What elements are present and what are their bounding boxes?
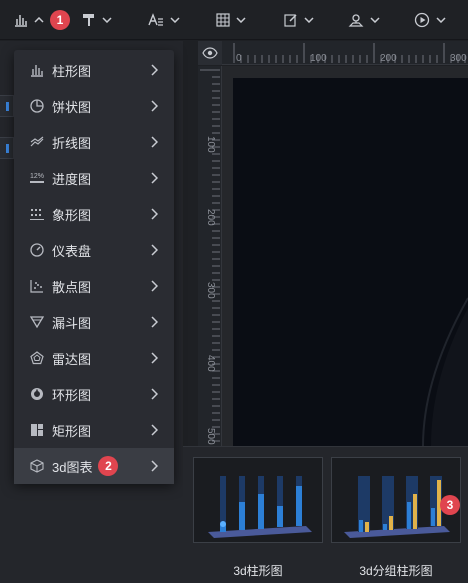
ring-chart-icon (30, 387, 44, 401)
chart-type-menu: 柱形图 饼状图 折线图 12% 进度图 象形图 仪表盘 散点图 漏斗图 雷达图 … (14, 50, 174, 484)
pictograph-icon (30, 207, 44, 221)
step-badge-3: 3 (440, 495, 460, 515)
canvas-screen[interactable] (233, 78, 468, 446)
gauge-icon (30, 243, 44, 257)
menu-item-gauge[interactable]: 仪表盘 (14, 232, 174, 268)
visibility-toggle[interactable] (198, 41, 222, 65)
table-icon (216, 13, 230, 27)
chevron-down-icon (170, 17, 180, 23)
chevron-down-icon (436, 17, 446, 23)
text-style-dropdown[interactable] (148, 10, 180, 30)
chevron-right-icon (151, 460, 158, 472)
chevron-right-icon (151, 100, 158, 112)
layer-item[interactable] (0, 95, 14, 117)
step-badge-1: 1 (50, 10, 70, 30)
cube-icon (30, 459, 44, 473)
menu-item-label: 矩形图 (52, 423, 92, 439)
progress-chart-icon: 12% (30, 171, 44, 185)
radar-chart-icon (30, 351, 44, 365)
edit-icon (284, 14, 297, 27)
ruler-label: 500 (205, 428, 216, 445)
ruler-label: 0 (236, 53, 242, 64)
3d-bar-chart-preview (208, 476, 312, 538)
menu-item-radar-chart[interactable]: 雷达图 (14, 340, 174, 376)
thumb-3d-bar-chart[interactable] (193, 457, 323, 543)
chevron-right-icon (151, 424, 158, 436)
step-badge-2: 2 (98, 456, 119, 476)
menu-item-line-chart[interactable]: 折线图 (14, 124, 174, 160)
ruler-label: 200 (205, 209, 216, 226)
menu-item-bar-chart[interactable]: 柱形图 (14, 52, 174, 88)
top-toolbar: 1 (0, 0, 468, 40)
ruler-label: 200 (380, 53, 397, 64)
edit-dropdown[interactable] (284, 10, 314, 30)
ruler-label: 300 (205, 282, 216, 299)
layer-item[interactable] (0, 137, 14, 159)
thumb-label: 3d分组柱形图 (359, 564, 433, 578)
menu-item-label: 饼状图 (52, 99, 92, 115)
menu-item-progress-chart[interactable]: 12% 进度图 (14, 160, 174, 196)
chevron-right-icon (151, 280, 158, 292)
app-root: 1 0 100 200 300 100 200 300 400 500 柱形图 … (0, 0, 468, 583)
svg-text:12%: 12% (30, 173, 44, 180)
format-painter-dropdown[interactable] (82, 10, 112, 30)
menu-item-label: 进度图 (52, 171, 92, 187)
pie-chart-icon (30, 99, 44, 113)
treemap-icon (30, 423, 44, 437)
menu-item-treemap[interactable]: 矩形图 (14, 412, 174, 448)
format-painter-icon (83, 14, 94, 26)
funnel-chart-icon (30, 315, 44, 329)
chevron-right-icon (151, 316, 158, 328)
media-dropdown[interactable] (414, 10, 446, 30)
chevron-up-icon (34, 17, 44, 23)
ruler-label: 400 (205, 355, 216, 372)
bar-chart-icon (30, 63, 44, 77)
eye-icon (202, 47, 218, 59)
chevron-right-icon (151, 244, 158, 256)
menu-item-3d-chart[interactable]: 3d图表 2 (14, 448, 174, 484)
menu-item-pictograph[interactable]: 象形图 (14, 196, 174, 232)
menu-item-label: 仪表盘 (52, 243, 92, 259)
chevron-right-icon (151, 136, 158, 148)
ruler-label: 100 (310, 53, 327, 64)
scatter-chart-icon (30, 279, 44, 293)
map-dropdown[interactable] (348, 10, 380, 30)
chart-type-dropdown[interactable]: 1 (14, 10, 70, 30)
menu-item-label: 柱形图 (52, 63, 92, 79)
chevron-down-icon (370, 17, 380, 23)
chevron-down-icon (102, 17, 112, 23)
ruler-label: 300 (450, 53, 467, 64)
menu-item-pie-chart[interactable]: 饼状图 (14, 88, 174, 124)
map-pin-icon (348, 14, 364, 27)
chevron-down-icon (304, 17, 314, 23)
chevron-right-icon (151, 388, 158, 400)
text-style-icon (148, 13, 163, 26)
chevron-right-icon (151, 172, 158, 184)
horizontal-ruler: 0 100 200 300 (222, 41, 468, 65)
menu-item-label: 3d图表 (52, 459, 93, 475)
chevron-right-icon (151, 208, 158, 220)
bar-chart-icon (15, 15, 27, 27)
thumb-label: 3d柱形图 (233, 564, 283, 578)
play-icon (414, 12, 430, 28)
ruler-label: 100 (205, 136, 216, 153)
menu-item-scatter-chart[interactable]: 散点图 (14, 268, 174, 304)
vertical-ruler: 100 200 300 400 500 (198, 66, 222, 446)
menu-item-label: 雷达图 (52, 351, 92, 367)
chevron-right-icon (151, 352, 158, 364)
menu-item-label: 漏斗图 (52, 315, 92, 331)
menu-item-label: 环形图 (52, 387, 92, 403)
menu-item-label: 象形图 (52, 207, 92, 223)
chevron-down-icon (236, 17, 246, 23)
line-chart-icon (30, 135, 44, 149)
menu-item-label: 折线图 (52, 135, 92, 151)
menu-item-label: 散点图 (52, 279, 92, 295)
chevron-right-icon (151, 64, 158, 76)
menu-item-funnel-chart[interactable]: 漏斗图 (14, 304, 174, 340)
chart-flyout-panel: 3d柱形图 3d分组柱形图 (183, 446, 468, 583)
table-dropdown[interactable] (216, 10, 246, 30)
menu-item-ring-chart[interactable]: 环形图 (14, 376, 174, 412)
